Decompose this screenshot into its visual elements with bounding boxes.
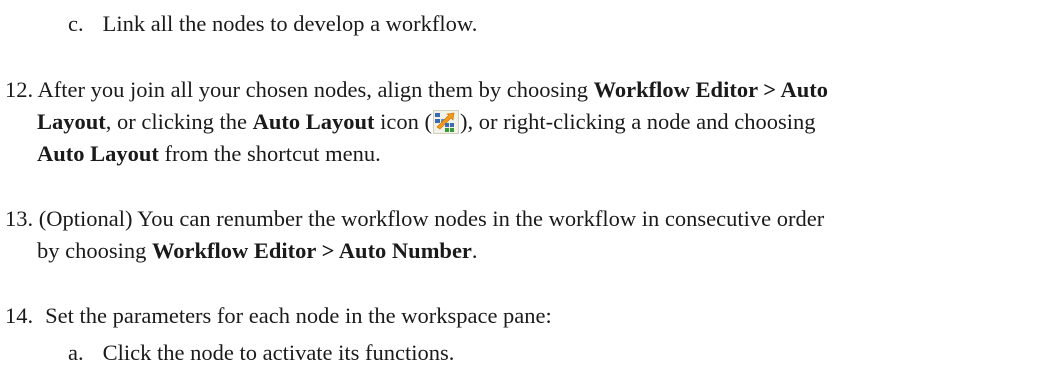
menu-path: Workflow Editor > Auto Number [152,238,472,263]
menu-path: Workflow Editor > Auto [593,77,828,102]
step-text: (Optional) You can renumber the workflow… [38,206,825,231]
step-text: ), or right-clicking a node and choosing [460,109,816,134]
substep-text: Click the node to activate its functions… [102,340,455,365]
step-text: Set the parameters for each node in the … [45,303,552,328]
ui-term: Auto Layout [252,109,375,134]
step-text: . [471,238,478,263]
step-13-line-1: 13. (Optional) You can renumber the work… [5,203,824,235]
step-text: by choosing [37,238,152,263]
step-text: , or clicking the [105,109,253,134]
step-text: After you join all your chosen nodes, al… [37,77,594,102]
step-12-line-3: Auto Layout from the shortcut menu. [37,138,381,170]
step-text: from the shortcut menu. [158,141,381,166]
menu-path-cont: Layout [37,109,106,134]
substep-c: c. Link all the nodes to develop a workfl… [68,8,477,40]
substep-marker: a. [68,340,84,365]
substep-text: Link all the nodes to develop a workflow… [102,11,478,36]
step-number: 14. [5,303,34,328]
step-number: 13. [5,206,34,231]
step-13-line-2: by choosing Workflow Editor > Auto Numbe… [37,235,478,267]
step-12-line-2: Layout, or clicking the Auto Layout icon… [37,106,816,138]
step-number: 12. [5,77,34,102]
ui-term: Auto Layout [37,141,159,166]
step-text: icon ( [374,109,432,134]
step-14: 14. Set the parameters for each node in t… [5,300,552,332]
substep-marker: c. [68,11,84,36]
substep-a: a. Click the node to activate its functio… [68,337,454,369]
step-12-line-1: 12. After you join all your chosen nodes… [5,74,828,106]
auto-layout-icon [433,110,459,134]
